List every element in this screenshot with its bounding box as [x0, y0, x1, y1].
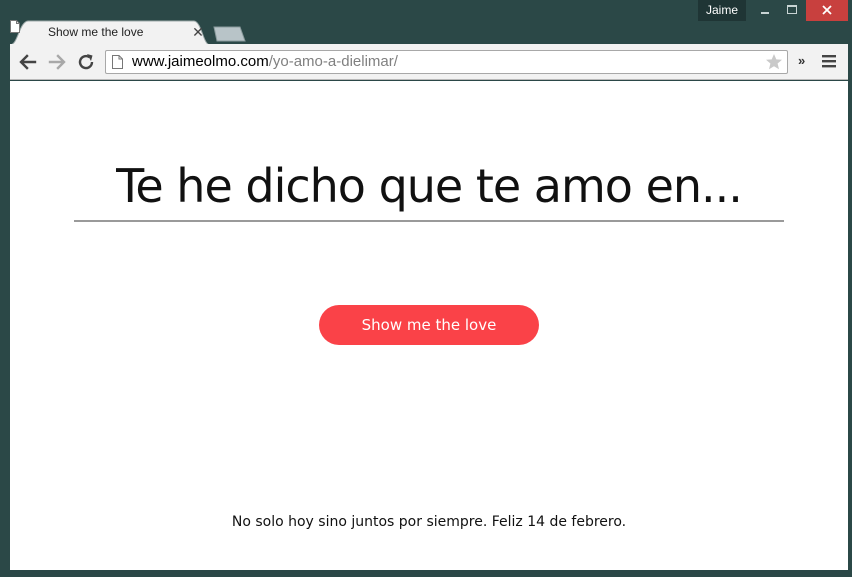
extensions-overflow-button[interactable]: » [798, 53, 805, 68]
address-bar[interactable]: www.jaimeolmo.com/yo-amo-a-dielimar/ [105, 50, 788, 74]
tab-close-button[interactable]: ✕ [191, 23, 205, 41]
menu-icon[interactable] [822, 54, 836, 68]
browser-toolbar: www.jaimeolmo.com/yo-amo-a-dielimar/ » [10, 44, 848, 80]
maximize-icon [787, 4, 797, 14]
minimize-icon [761, 11, 769, 14]
new-tab-button[interactable] [213, 26, 247, 42]
page-icon [10, 20, 20, 33]
page-content: Te he dicho que te amo en... Show me the… [10, 81, 848, 570]
back-arrow-icon[interactable] [18, 52, 38, 72]
tab-title: Show me the love [48, 25, 144, 39]
page-icon [112, 55, 123, 69]
forward-arrow-icon[interactable] [47, 52, 67, 72]
window-close-button[interactable] [806, 0, 848, 21]
url-host: www.jaimeolmo.com [132, 53, 269, 70]
show-me-the-love-button[interactable]: Show me the love [319, 305, 539, 345]
tab-active[interactable]: Show me the love ✕ [10, 20, 210, 45]
reload-icon[interactable] [76, 52, 96, 72]
profile-badge[interactable]: Jaime [698, 0, 746, 21]
close-icon [822, 5, 832, 15]
page-headline: Te he dicho que te amo en... [116, 159, 743, 213]
maximize-button[interactable] [779, 0, 805, 21]
star-icon[interactable] [765, 53, 783, 71]
url-text: www.jaimeolmo.com/yo-amo-a-dielimar/ [132, 53, 398, 71]
browser-window: Jaime Show me the love ✕ www.jaimeolmo.c… [0, 0, 852, 577]
footer-message: No solo hoy sino juntos por siempre. Fel… [231, 514, 627, 530]
url-path: /yo-amo-a-dielimar/ [268, 53, 398, 70]
minimize-button[interactable] [752, 0, 778, 21]
headline-divider [74, 220, 784, 222]
